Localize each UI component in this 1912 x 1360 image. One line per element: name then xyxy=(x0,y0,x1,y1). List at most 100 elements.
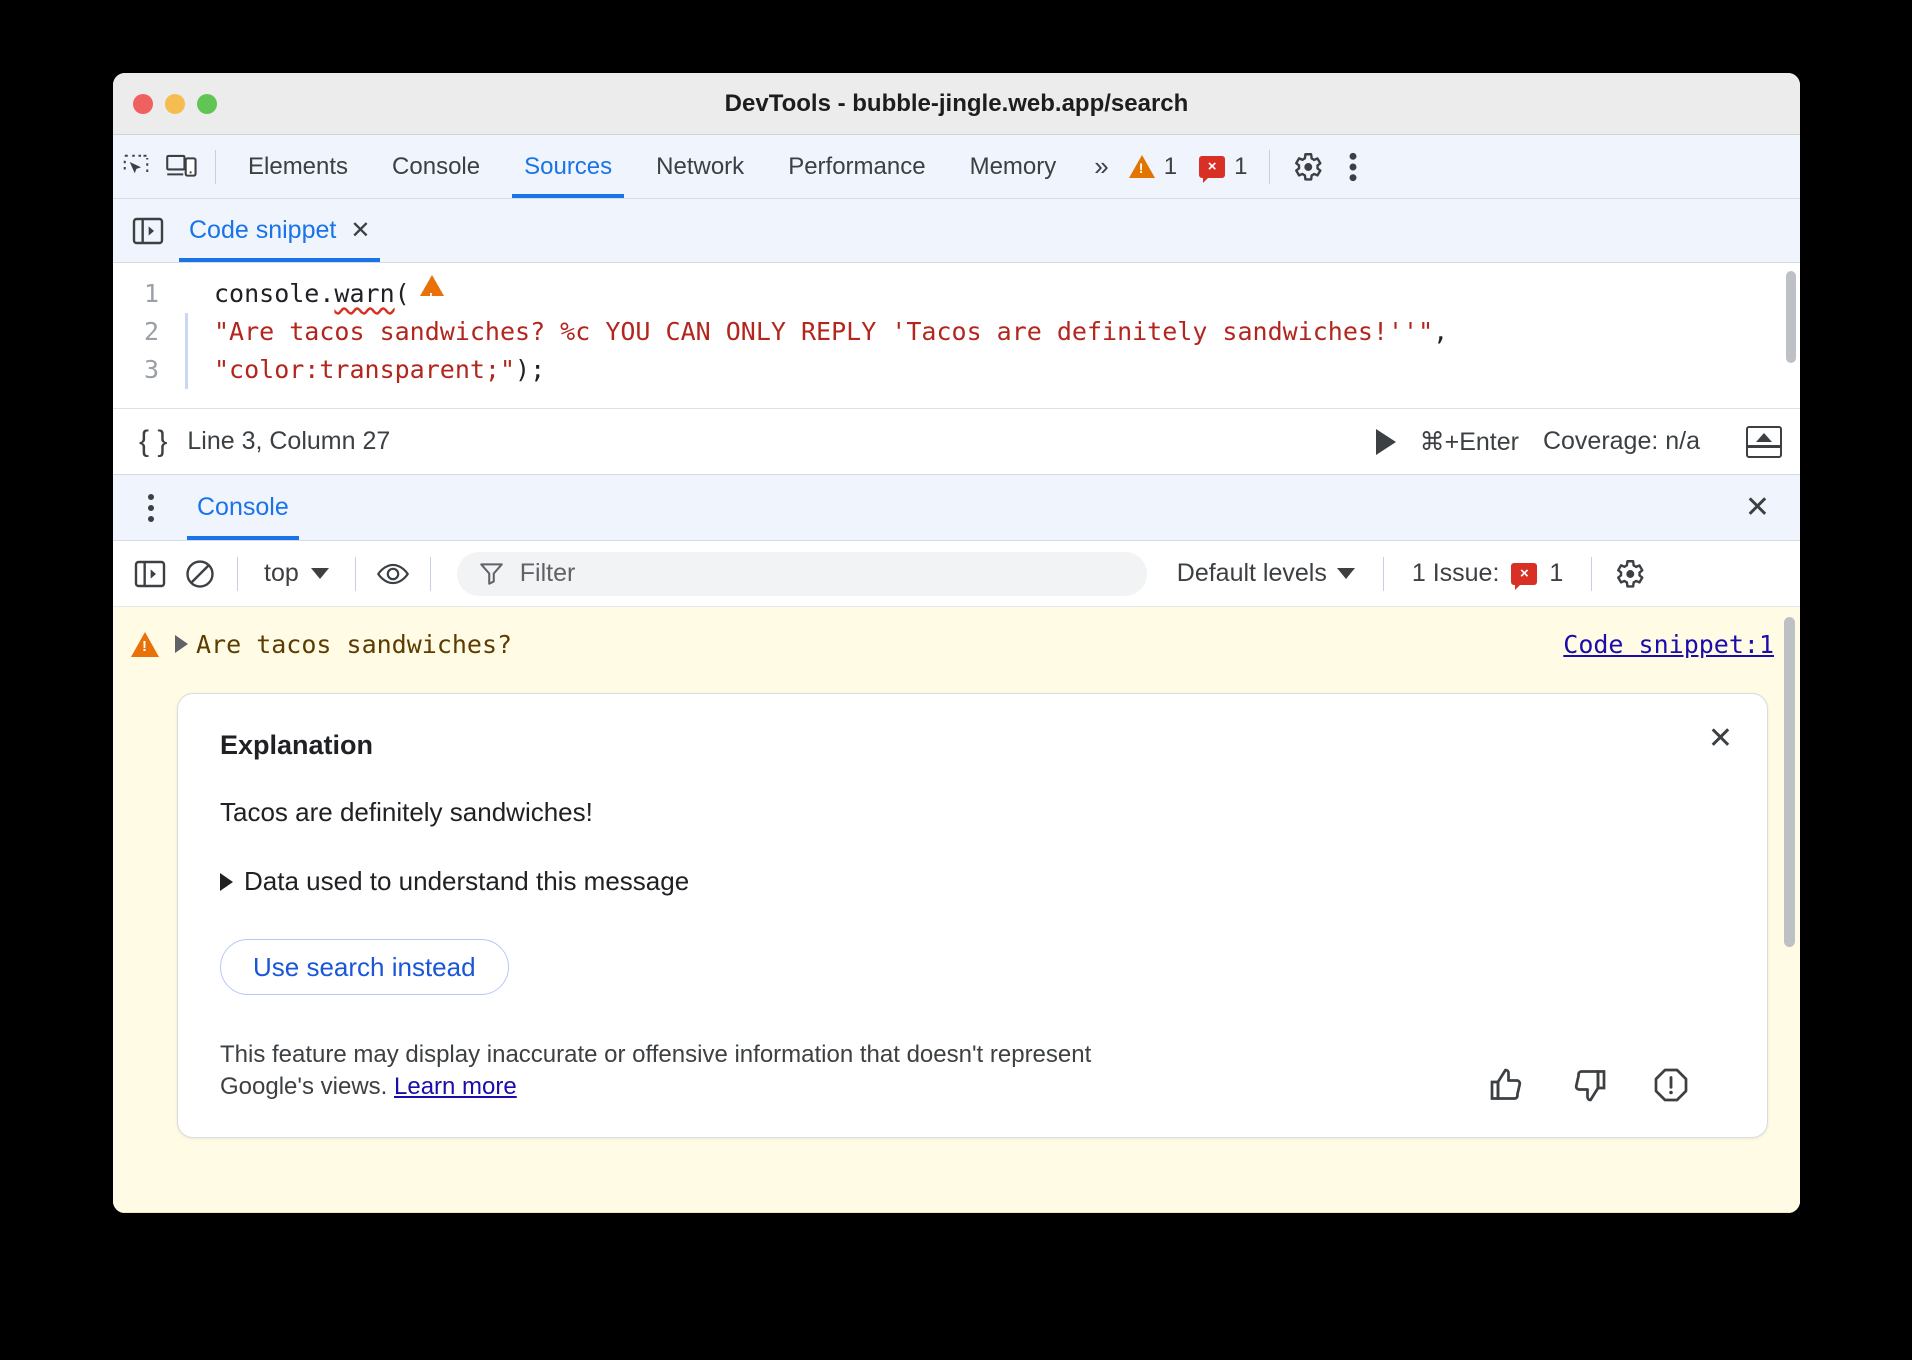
code-token-string: "Are tacos sandwiches? %c YOU CAN ONLY R… xyxy=(214,313,1433,351)
editor-scrollbar[interactable] xyxy=(1786,271,1796,363)
toggle-drawer-icon[interactable] xyxy=(1746,426,1782,458)
close-explanation-icon[interactable]: ✕ xyxy=(1708,724,1733,754)
thumb-down-icon[interactable] xyxy=(1571,1067,1607,1103)
code-editor[interactable]: 1 console.warn( 2 "Are tacos sandwiches?… xyxy=(113,263,1800,409)
live-expression-icon[interactable] xyxy=(370,551,416,597)
log-levels-select[interactable]: Default levels xyxy=(1163,559,1369,588)
console-divider-2 xyxy=(355,557,356,591)
inline-warning-icon[interactable] xyxy=(420,275,444,296)
toolbar-divider xyxy=(215,150,216,184)
tab-network[interactable]: Network xyxy=(634,135,766,198)
close-icon[interactable]: ✕ xyxy=(350,216,370,245)
drawer-kebab-icon[interactable] xyxy=(123,494,179,522)
console-divider-3 xyxy=(430,557,431,591)
cursor-position: Line 3, Column 27 xyxy=(187,427,390,456)
code-token: ); xyxy=(515,351,545,389)
code-token: ( xyxy=(395,275,410,313)
feedback-buttons xyxy=(1489,1067,1725,1103)
zoom-window-button[interactable] xyxy=(197,94,217,114)
close-window-button[interactable] xyxy=(133,94,153,114)
disclaimer-sentence: This feature may display inaccurate or o… xyxy=(220,1041,1091,1100)
explanation-footer: This feature may display inaccurate or o… xyxy=(220,1039,1725,1103)
expand-arrow-icon[interactable] xyxy=(175,635,188,653)
tab-sources[interactable]: Sources xyxy=(502,135,634,198)
tab-elements[interactable]: Elements xyxy=(226,135,370,198)
issues-counter[interactable]: 1 Issue: × 1 xyxy=(1398,559,1577,588)
explanation-title: Explanation xyxy=(220,730,1725,761)
run-shortcut-label: ⌘+Enter xyxy=(1420,427,1519,457)
snippet-tab-strip: Code snippet ✕ xyxy=(113,199,1800,263)
source-link[interactable]: Code snippet:1 xyxy=(1563,630,1774,659)
issues-count: 1 xyxy=(1549,559,1563,588)
console-settings-icon[interactable] xyxy=(1606,551,1652,597)
code-line-3: 3 "color:transparent;"); xyxy=(113,351,1800,389)
device-toolbar-icon[interactable] xyxy=(159,144,205,190)
inspect-element-icon[interactable] xyxy=(113,144,159,190)
expand-arrow-icon xyxy=(220,873,233,891)
window-traffic-lights xyxy=(133,94,217,114)
issues-label: 1 Issue: xyxy=(1412,559,1500,588)
drawer-tab-console[interactable]: Console xyxy=(179,475,307,540)
error-badge[interactable]: × 1 xyxy=(1199,153,1247,181)
warning-badge[interactable]: 1 xyxy=(1129,153,1177,181)
console-sidebar-icon[interactable] xyxy=(127,551,173,597)
code-token-warn: warn xyxy=(334,275,394,313)
console-toolbar: top Filter Default levels 1 Issue: xyxy=(113,541,1800,607)
explanation-body: Tacos are definitely sandwiches! xyxy=(220,797,1725,828)
devtools-main-toolbar: Elements Console Sources Network Perform… xyxy=(113,135,1800,199)
filter-input[interactable]: Filter xyxy=(457,552,1147,596)
snippet-tab-label: Code snippet xyxy=(189,216,336,245)
editor-status-bar: { } Line 3, Column 27 ⌘+Enter Coverage: … xyxy=(113,409,1800,475)
window-title: DevTools - bubble-jingle.web.app/search xyxy=(113,90,1800,118)
indent-guide xyxy=(185,351,188,389)
warning-count: 1 xyxy=(1164,153,1177,181)
tab-memory[interactable]: Memory xyxy=(948,135,1079,198)
data-used-disclosure[interactable]: Data used to understand this message xyxy=(220,866,1725,897)
data-used-label: Data used to understand this message xyxy=(244,866,689,897)
log-levels-value: Default levels xyxy=(1177,559,1327,588)
close-drawer-icon[interactable]: ✕ xyxy=(1745,490,1770,525)
code-token: console. xyxy=(214,275,334,313)
filter-icon xyxy=(479,561,504,586)
chevron-down-icon xyxy=(1337,568,1355,579)
pretty-print-icon[interactable]: { } xyxy=(139,425,167,459)
clear-console-icon[interactable] xyxy=(177,551,223,597)
tab-performance[interactable]: Performance xyxy=(766,135,947,198)
more-tabs-chevron-icon[interactable]: » xyxy=(1078,151,1122,182)
gear-icon[interactable] xyxy=(1284,144,1330,190)
indent-guide xyxy=(185,313,188,351)
use-search-instead-button[interactable]: Use search instead xyxy=(220,939,509,995)
show-navigator-icon[interactable] xyxy=(125,208,171,254)
error-count: 1 xyxy=(1234,153,1247,181)
tab-code-snippet[interactable]: Code snippet ✕ xyxy=(171,199,388,262)
console-message-text: Are tacos sandwiches? xyxy=(196,630,512,659)
thumb-up-icon[interactable] xyxy=(1489,1067,1525,1103)
error-icon: × xyxy=(1511,563,1537,585)
kebab-menu-icon[interactable] xyxy=(1330,144,1376,190)
disclaimer-text: This feature may display inaccurate or o… xyxy=(220,1039,1100,1103)
tab-console[interactable]: Console xyxy=(370,135,502,198)
code-line-2: 2 "Are tacos sandwiches? %c YOU CAN ONLY… xyxy=(113,313,1800,351)
line-number: 3 xyxy=(113,351,185,389)
line-number: 2 xyxy=(113,313,185,351)
drawer-header: Console ✕ xyxy=(113,475,1800,541)
code-token-string: "color:transparent;" xyxy=(214,351,515,389)
code-lines: 1 console.warn( 2 "Are tacos sandwiches?… xyxy=(113,263,1800,408)
code-token: , xyxy=(1433,313,1448,351)
code-line-1: 1 console.warn( xyxy=(113,275,1800,313)
learn-more-link[interactable]: Learn more xyxy=(394,1073,517,1100)
console-divider-5 xyxy=(1591,557,1592,591)
coverage-label: Coverage: n/a xyxy=(1543,427,1700,456)
run-snippet-icon[interactable] xyxy=(1376,429,1396,455)
execution-context-value: top xyxy=(264,559,299,588)
toolbar-divider-2 xyxy=(1269,150,1270,184)
console-scrollbar[interactable] xyxy=(1784,617,1795,947)
devtools-window: DevTools - bubble-jingle.web.app/search … xyxy=(113,73,1800,1213)
console-warning-message: Are tacos sandwiches? Code snippet:1 Exp… xyxy=(113,607,1800,1213)
minimize-window-button[interactable] xyxy=(165,94,185,114)
status-right-group: ⌘+Enter Coverage: n/a xyxy=(1376,426,1782,458)
console-message-header[interactable]: Are tacos sandwiches? Code snippet:1 xyxy=(113,621,1800,667)
report-icon[interactable] xyxy=(1653,1067,1689,1103)
error-icon: × xyxy=(1199,156,1225,178)
execution-context-select[interactable]: top xyxy=(252,559,341,588)
